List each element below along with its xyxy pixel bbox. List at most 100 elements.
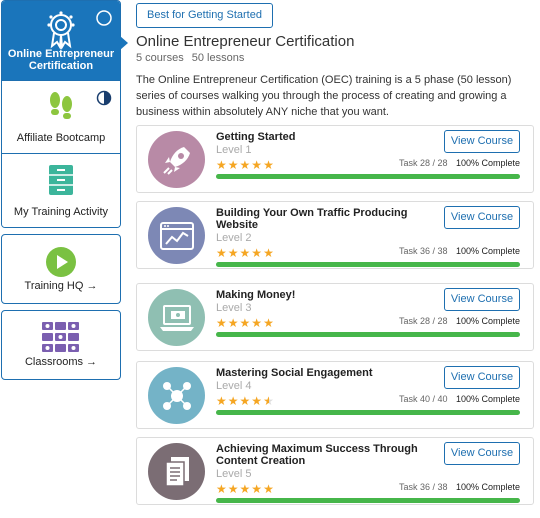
task-count: Task 36 / 38 bbox=[399, 482, 448, 492]
course-card: Achieving Maximum Success Through Conten… bbox=[136, 437, 534, 505]
star-icon: ★ bbox=[216, 316, 228, 330]
website-chart-icon bbox=[148, 207, 205, 264]
star-icon: ★ bbox=[216, 158, 228, 172]
star-rating: ★★★★★ bbox=[216, 483, 275, 495]
star-icon: ★ bbox=[263, 482, 275, 496]
course-meta: 5 courses 50 lessons bbox=[136, 52, 249, 64]
active-pointer bbox=[120, 36, 128, 50]
completion-percent: 100% Complete bbox=[455, 246, 520, 256]
sidebar-item-label: Online Entrepreneur Certification bbox=[7, 48, 115, 72]
course-title: Building Your Own Traffic Producing Webs… bbox=[216, 207, 408, 231]
course-card: Building Your Own Traffic Producing Webs… bbox=[136, 201, 534, 269]
star-rating: ★★★★★ bbox=[216, 317, 275, 329]
completion-percent: 100% Complete bbox=[455, 394, 520, 404]
course-level: Level 5 bbox=[216, 468, 252, 480]
task-count: Task 28 / 28 bbox=[399, 316, 448, 326]
course-level: Level 2 bbox=[216, 232, 252, 244]
rocket-icon bbox=[148, 131, 205, 188]
training-hq-link[interactable]: Training HQ → bbox=[1, 234, 121, 304]
classroom-grid-icon bbox=[42, 322, 80, 357]
social-network-icon bbox=[148, 367, 205, 424]
progress-fill bbox=[216, 332, 520, 337]
classrooms-label: Classrooms → bbox=[24, 356, 98, 368]
footprints-icon bbox=[46, 91, 76, 128]
star-icon: ★ bbox=[227, 316, 240, 330]
course-title: Mastering Social Engagement bbox=[216, 367, 373, 379]
star-icon: ★ bbox=[216, 482, 228, 496]
task-count: Task 40 / 40 bbox=[399, 394, 448, 404]
task-count: Task 36 / 38 bbox=[399, 246, 448, 256]
progress-bar bbox=[216, 262, 520, 267]
star-icon: ★ bbox=[263, 394, 275, 408]
star-icon: ★ bbox=[227, 482, 240, 496]
star-icon: ★ bbox=[251, 482, 264, 496]
sidebar-nav-group: Online Entrepreneur Certification Affili… bbox=[1, 0, 121, 228]
filing-cabinet-icon bbox=[48, 164, 74, 201]
sidebar-item-online-entrepreneur-certification[interactable]: Online Entrepreneur Certification bbox=[2, 1, 120, 81]
progress-bar bbox=[216, 410, 520, 415]
view-course-button[interactable]: View Course bbox=[444, 206, 520, 229]
progress-fill bbox=[216, 262, 520, 267]
progress-bar bbox=[216, 332, 520, 337]
page-title: Online Entrepreneur Certification bbox=[136, 33, 355, 50]
progress-bar bbox=[216, 174, 520, 179]
star-rating: ★★★★★ bbox=[216, 247, 275, 259]
course-title: Achieving Maximum Success Through Conten… bbox=[216, 443, 418, 467]
course-level: Level 4 bbox=[216, 380, 252, 392]
course-level: Level 1 bbox=[216, 144, 252, 156]
certification-description: The Online Entrepreneur Certification (O… bbox=[136, 74, 512, 118]
star-icon: ★ bbox=[263, 316, 275, 330]
star-icon: ★ bbox=[263, 158, 275, 172]
course-level: Level 3 bbox=[216, 302, 252, 314]
star-icon: ★ bbox=[216, 394, 228, 408]
course-card: Making Money! Level 3 ★★★★★ View Course Task… bbox=[136, 283, 534, 351]
sidebar: Online Entrepreneur Certification Affili… bbox=[0, 0, 122, 380]
best-for-getting-started-tag[interactable]: Best for Getting Started bbox=[136, 3, 273, 28]
progress-status-icon bbox=[96, 10, 112, 31]
star-icon: ★ bbox=[239, 316, 252, 330]
star-icon: ★ bbox=[251, 316, 264, 330]
star-icon: ★ bbox=[239, 482, 252, 496]
documents-icon bbox=[148, 443, 205, 500]
progress-bar bbox=[216, 498, 520, 503]
star-icon: ★ bbox=[227, 246, 240, 260]
lessons-count: 50 lessons bbox=[191, 52, 245, 64]
star-rating: ★★★★★ bbox=[216, 159, 275, 171]
star-icon: ★ bbox=[251, 394, 264, 408]
star-icon: ★ bbox=[251, 158, 264, 172]
course-card: Getting Started Level 1 ★★★★★ View Course Ta… bbox=[136, 125, 534, 193]
progress-fill bbox=[216, 174, 520, 179]
course-card: Mastering Social Engagement Level 4 ★★★★★ V… bbox=[136, 361, 534, 429]
training-hq-label: Training HQ → bbox=[24, 280, 98, 292]
completion-percent: 100% Complete bbox=[455, 316, 520, 326]
classrooms-link[interactable]: Classrooms → bbox=[1, 310, 121, 380]
courses-count: 5 courses bbox=[136, 52, 184, 64]
sidebar-item-affiliate-bootcamp[interactable]: Affiliate Bootcamp bbox=[2, 81, 120, 154]
view-course-button[interactable]: View Course bbox=[444, 130, 520, 153]
star-icon: ★ bbox=[216, 246, 228, 260]
play-circle-icon bbox=[45, 246, 77, 283]
sidebar-item-my-training-activity[interactable]: My Training Activity bbox=[2, 154, 120, 227]
course-title: Making Money! bbox=[216, 289, 296, 301]
completion-percent: 100% Complete bbox=[455, 482, 520, 492]
star-icon: ★ bbox=[227, 158, 240, 172]
star-icon: ★ bbox=[239, 158, 252, 172]
completion-percent: 100% Complete bbox=[455, 158, 520, 168]
star-rating: ★★★★★ bbox=[216, 395, 275, 407]
star-icon: ★ bbox=[239, 246, 252, 260]
star-icon: ★ bbox=[227, 394, 240, 408]
progress-fill bbox=[216, 410, 520, 415]
view-course-button[interactable]: View Course bbox=[444, 288, 520, 311]
laptop-money-icon bbox=[148, 289, 205, 346]
star-icon: ★ bbox=[263, 246, 275, 260]
sidebar-item-label: Affiliate Bootcamp bbox=[16, 132, 106, 144]
view-course-button[interactable]: View Course bbox=[444, 366, 520, 389]
partial-progress-icon bbox=[96, 90, 112, 111]
view-course-button[interactable]: View Course bbox=[444, 442, 520, 465]
star-icon: ★ bbox=[251, 246, 264, 260]
sidebar-item-label: My Training Activity bbox=[13, 206, 109, 218]
star-icon: ★ bbox=[239, 394, 252, 408]
course-title: Getting Started bbox=[216, 131, 296, 143]
progress-fill bbox=[216, 498, 520, 503]
task-count: Task 28 / 28 bbox=[399, 158, 448, 168]
